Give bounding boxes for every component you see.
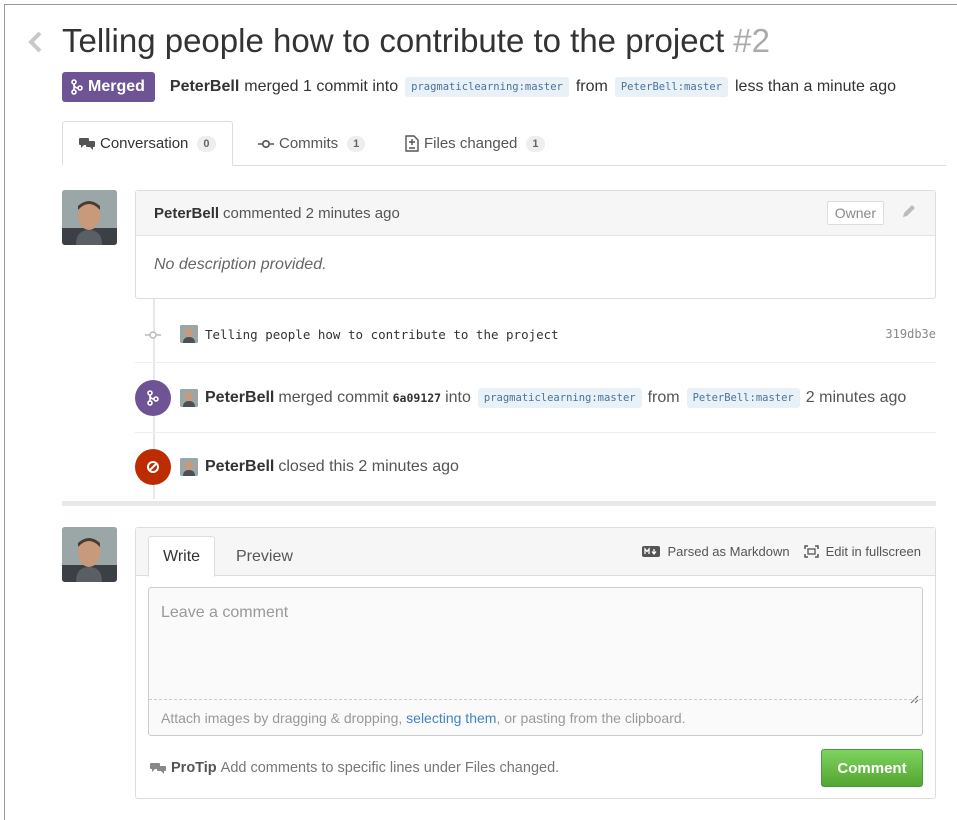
merge-head-branch: PeterBell:master <box>686 387 800 408</box>
protip-text: Add comments to specific lines under Fil… <box>220 760 560 776</box>
protip-label: ProTip <box>171 760 217 776</box>
merge-into-text: into <box>445 388 471 406</box>
merge-event: PeterBell merged commit 6a09127 into pra… <box>135 363 936 433</box>
commit-icon <box>258 139 274 148</box>
comment-body: No description provided. <box>154 256 327 273</box>
discussion-separator <box>62 501 936 506</box>
comment-header: PeterBell commented 2 minutes ago Owner <box>136 191 935 236</box>
closed-event-icon <box>135 449 171 485</box>
merge-author-avatar[interactable] <box>180 388 198 407</box>
commit-event-content: Telling people how to contribute to the … <box>180 325 559 343</box>
tab-conversation-label: Conversation <box>100 135 189 152</box>
attach-suffix: , or pasting from the clipboard. <box>496 709 686 726</box>
pr-author-link[interactable]: PeterBell <box>170 78 239 96</box>
merge-base-branch: pragmaticlearning:master <box>477 387 642 408</box>
comment-author-link[interactable]: PeterBell <box>154 205 219 222</box>
fullscreen-label: Edit in fullscreen <box>825 544 921 559</box>
head-branch: PeterBell:master <box>614 77 728 97</box>
tab-commits-label: Commits <box>279 135 339 152</box>
protip: ProTip Add comments to specific lines un… <box>150 760 559 776</box>
merged-state-badge: Merged <box>62 72 155 102</box>
pr-tabs: Conversation 0 Commits 1 Files changed 1 <box>62 121 946 166</box>
merge-from-text: from <box>647 388 680 406</box>
merge-action-text: merged commit <box>278 388 389 406</box>
form-toolbar: Parsed as Markdown Edit in fullscreen <box>642 544 921 559</box>
tab-conversation[interactable]: Conversation 0 <box>62 121 233 166</box>
avatar[interactable] <box>62 190 117 245</box>
back-chevron-icon[interactable] <box>26 30 46 54</box>
commit-author-avatar[interactable] <box>180 325 198 343</box>
new-comment-form: Write Preview Parsed as Markdown Edit in… <box>135 527 936 799</box>
attach-images-bar[interactable]: Attach images by dragging & dropping, se… <box>149 699 922 735</box>
merge-sha-link[interactable]: 6a09127 <box>393 391 441 405</box>
merge-event-time: 2 minutes ago <box>805 388 907 406</box>
comment-textarea[interactable]: Leave a comment Attach images by draggin… <box>148 587 923 736</box>
protip-icon <box>150 762 166 774</box>
merge-author-link[interactable]: PeterBell <box>205 389 274 407</box>
attach-prefix: Attach images by dragging & dropping, <box>161 709 403 726</box>
markdown-info[interactable]: Parsed as Markdown <box>642 544 790 559</box>
owner-badge: Owner <box>826 201 884 225</box>
merge-icon <box>71 79 83 95</box>
fullscreen-toggle[interactable]: Edit in fullscreen <box>803 544 921 559</box>
tab-files-changed-count: 1 <box>526 135 545 152</box>
commit-message-link[interactable]: Telling people how to contribute to the … <box>205 327 559 342</box>
preview-tab[interactable]: Preview <box>236 536 293 577</box>
close-event-content: PeterBell closed this 2 minutes ago <box>180 458 459 476</box>
fullscreen-icon <box>803 545 819 558</box>
pr-description-comment: PeterBell commented 2 minutes ago Owner … <box>135 190 936 299</box>
comment-timestamp: commented 2 minutes ago <box>223 204 400 222</box>
base-branch: pragmaticlearning:master <box>405 77 569 97</box>
comment-placeholder: Leave a comment <box>161 604 289 621</box>
close-action-text: closed this 2 minutes ago <box>278 458 459 475</box>
close-author-avatar[interactable] <box>180 458 198 476</box>
pr-title: Telling people how to contribute to the … <box>62 22 770 60</box>
markdown-icon <box>642 546 661 557</box>
merge-event-icon <box>135 379 171 416</box>
conversation-icon <box>79 137 95 150</box>
merge-event-content: PeterBell merged commit 6a09127 into pra… <box>180 387 907 408</box>
file-diff-icon <box>405 135 419 152</box>
commit-sha-link[interactable]: 319db3e <box>885 327 936 341</box>
pr-meta: Merged PeterBell merged 1 commit into pr… <box>62 72 896 102</box>
tab-conversation-count: 0 <box>197 135 216 152</box>
current-user-avatar[interactable] <box>62 527 117 582</box>
tab-commits-count: 1 <box>347 135 366 152</box>
close-event: PeterBell closed this 2 minutes ago <box>135 433 936 501</box>
write-tab[interactable]: Write <box>148 536 216 577</box>
comment-form-tabs: Write Preview Parsed as Markdown Edit in… <box>136 528 935 577</box>
select-files-link[interactable]: selecting them <box>406 710 496 726</box>
tab-commits[interactable]: Commits 1 <box>258 121 366 166</box>
markdown-label: Parsed as Markdown <box>667 544 790 559</box>
close-author-link[interactable]: PeterBell <box>205 458 274 476</box>
tab-files-changed[interactable]: Files changed 1 <box>405 121 545 166</box>
comment-submit-button[interactable]: Comment <box>821 749 923 787</box>
pr-number: #2 <box>733 22 770 59</box>
from-text: from <box>575 78 608 95</box>
commit-dot-icon <box>145 328 161 346</box>
merged-state-label: Merged <box>88 78 145 95</box>
commit-event: Telling people how to contribute to the … <box>135 306 936 363</box>
pr-title-text: Telling people how to contribute to the … <box>62 22 725 59</box>
tab-files-changed-label: Files changed <box>424 135 518 152</box>
pr-summary-text: merged 1 commit into <box>244 78 399 95</box>
merge-time: less than a minute ago <box>735 78 896 95</box>
pencil-icon[interactable] <box>901 203 917 223</box>
